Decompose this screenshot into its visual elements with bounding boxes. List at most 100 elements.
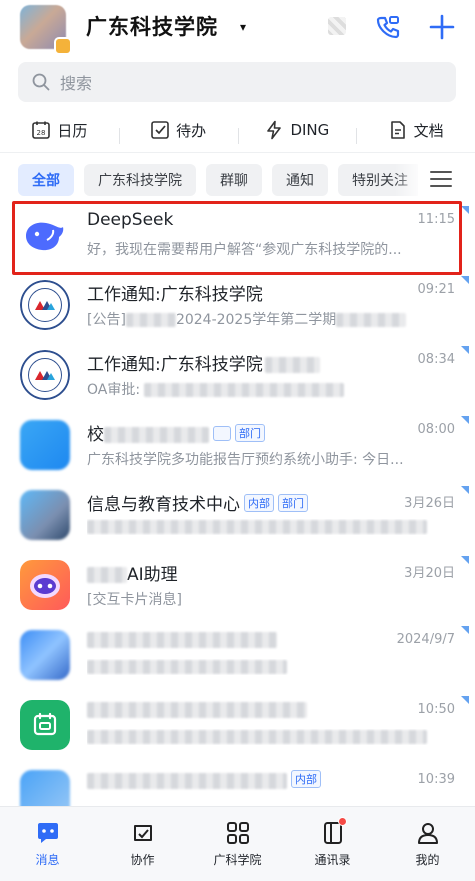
- pinned-corner-icon: [461, 486, 469, 494]
- filter-menu-icon[interactable]: [430, 171, 452, 189]
- chat-title: [87, 700, 307, 720]
- redacted-text: [87, 567, 127, 583]
- bottom-tabbar: 消息 协作 广科学院 通讯录 我的: [0, 806, 475, 881]
- redacted-text: [336, 313, 407, 327]
- svg-text:28: 28: [37, 129, 46, 137]
- tab-label: 协作: [130, 853, 155, 867]
- chat-title: 校 部门: [87, 420, 265, 445]
- notification-dot-icon: [338, 817, 347, 826]
- tool-docs-label: 文档: [413, 121, 444, 140]
- redacted-text: [104, 427, 209, 443]
- chat-item-it-center[interactable]: 信息与教育技术中心 内部 部门 3月26日: [0, 478, 475, 548]
- redacted-text: [144, 383, 345, 397]
- tab-label: 消息: [35, 853, 60, 867]
- tab-messages[interactable]: 消息: [0, 807, 95, 881]
- collaboration-icon: [133, 825, 152, 841]
- chat-item-redacted-1[interactable]: 2024/9/7: [0, 618, 475, 688]
- chat-title: 工作通知:广东科技学院: [87, 285, 263, 305]
- tab-contacts[interactable]: 通讯录: [285, 807, 380, 881]
- tab-profile[interactable]: 我的: [380, 807, 475, 881]
- tool-ding[interactable]: DING: [237, 120, 357, 144]
- add-plus-icon[interactable]: [427, 12, 457, 42]
- tool-docs[interactable]: 文档: [356, 120, 475, 144]
- search-bar[interactable]: 搜索: [18, 62, 456, 102]
- dept-tag: 部门: [278, 494, 308, 512]
- org-switch-caret-icon[interactable]: ▾: [240, 20, 246, 34]
- tool-ding-label: DING: [290, 121, 330, 139]
- chat-title: AI助理: [87, 560, 178, 585]
- internal-tag: 内部: [291, 770, 321, 788]
- chips-fade: [395, 164, 425, 196]
- search-placeholder: 搜索: [60, 74, 93, 93]
- chat-preview: [87, 729, 447, 745]
- filter-chip-groups[interactable]: 群聊: [206, 164, 262, 196]
- tab-label: 我的: [415, 853, 440, 867]
- chat-title-text: 工作通知:广东科技学院: [87, 355, 263, 375]
- preview-prefix: OA审批:: [87, 382, 141, 398]
- filter-chip-notices[interactable]: 通知: [272, 164, 328, 196]
- preview-mid: 2024-2025学年第二学期: [175, 312, 337, 328]
- app-icon: [20, 420, 70, 470]
- profile-icon: [417, 823, 438, 844]
- chat-title: 工作通知:广东科技学院: [87, 350, 320, 375]
- chat-time: 3月20日: [404, 566, 455, 581]
- redacted-text: [87, 730, 427, 744]
- preview-prefix: [公告]: [87, 312, 126, 328]
- chat-item-work-notice-1[interactable]: 工作通知:广东科技学院 [公告] 2024-2025学年第二学期 09:21: [0, 268, 475, 338]
- chat-preview: [交互卡片消息]: [87, 592, 182, 608]
- user-avatar[interactable]: [20, 5, 72, 55]
- chat-time: 2024/9/7: [396, 632, 455, 647]
- contact-call-icon[interactable]: [373, 12, 403, 42]
- pinned-corner-icon: [461, 626, 469, 634]
- chat-title-text: AI助理: [127, 565, 178, 585]
- dept-tag: 部门: [235, 424, 265, 442]
- filter-chip-all[interactable]: 全部: [18, 164, 74, 196]
- org-name[interactable]: 广东科技学院: [86, 11, 218, 41]
- apps-grid-icon: [226, 822, 249, 844]
- ding-lightning-icon: [267, 120, 282, 140]
- chat-item-booking-helper[interactable]: 校 部门 广东科技学院多功能报告厅预约系统小助手: 今日... 08:00: [0, 408, 475, 478]
- redacted-text: [87, 660, 287, 674]
- status-icon: [328, 17, 346, 35]
- tab-label: 广科学院: [213, 853, 262, 867]
- tool-todo[interactable]: 待办: [118, 120, 238, 144]
- redacted-text: [125, 313, 176, 327]
- ai-robot-icon: [20, 560, 70, 610]
- chat-time: 10:39: [417, 772, 455, 787]
- blurred-tag: [213, 426, 231, 441]
- pinned-corner-icon: [461, 206, 469, 214]
- chat-preview: [87, 519, 447, 535]
- chat-preview: [公告] 2024-2025学年第二学期: [87, 309, 447, 329]
- chat-list: DeepSeek 好，我现在需要帮用户解答“参观广东科技学院的... 11:15…: [0, 198, 475, 828]
- pinned-corner-icon: [461, 416, 469, 424]
- tool-calendar-label: 日历: [57, 121, 88, 140]
- chat-preview: OA审批:: [87, 379, 447, 399]
- document-icon: [390, 121, 405, 139]
- school-seal-icon: [20, 280, 70, 330]
- chat-title: 信息与教育技术中心 内部 部门: [87, 490, 308, 515]
- chat-item-work-notice-2[interactable]: 工作通知:广东科技学院 OA审批: 08:34: [0, 338, 475, 408]
- redacted-text: [87, 702, 307, 718]
- tab-collaboration[interactable]: 协作: [95, 807, 190, 881]
- chat-item-ai-assistant[interactable]: AI助理 [交互卡片消息] 3月20日: [0, 548, 475, 618]
- group-avatar-icon: [20, 630, 70, 680]
- pinned-corner-icon: [461, 276, 469, 284]
- chat-time: 08:00: [417, 422, 455, 437]
- message-icon: [37, 823, 58, 843]
- search-icon: [32, 73, 50, 91]
- redacted-text: [87, 632, 277, 648]
- divider: [0, 152, 475, 153]
- redacted-text: [87, 520, 427, 534]
- pinned-corner-icon: [461, 556, 469, 564]
- filter-chip-org[interactable]: 广东科技学院: [84, 164, 196, 196]
- chat-item-redacted-2[interactable]: 10:50: [0, 688, 475, 758]
- tool-todo-label: 待办: [176, 121, 207, 140]
- tab-apps[interactable]: 广科学院: [190, 807, 285, 881]
- chat-title: [87, 630, 277, 650]
- chat-time: 09:21: [417, 282, 455, 297]
- internal-tag: 内部: [244, 494, 274, 512]
- chat-time: 08:34: [417, 352, 455, 367]
- todo-check-icon: [151, 121, 169, 139]
- chat-title-text: 校: [87, 425, 104, 445]
- tool-calendar[interactable]: 28 日历: [0, 120, 119, 141]
